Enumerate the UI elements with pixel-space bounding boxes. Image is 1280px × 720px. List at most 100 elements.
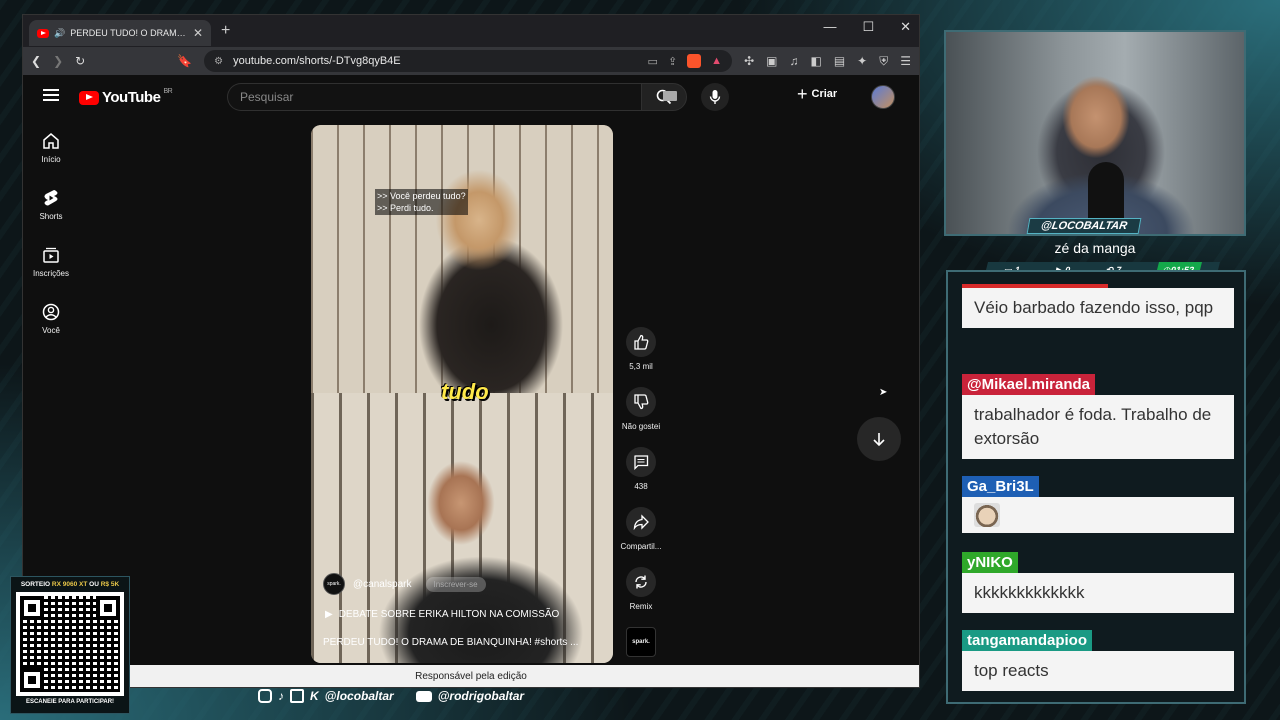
- edit-credit-bar: Responsável pela edição: [23, 665, 919, 687]
- subscriptions-icon: [43, 247, 59, 263]
- youtube-page: YouTube BR Pesquisar + Criar Início Shor…: [23, 75, 919, 687]
- browser-window: 🔊 PERDEU TUDO! O DRAMA DE BIANQUINHA! ✕ …: [22, 14, 920, 688]
- like-count: 5,3 mil: [629, 362, 653, 371]
- qr-finder: [20, 596, 44, 620]
- channel-avatar[interactable]: spark.: [323, 573, 345, 595]
- qr-finder: [20, 668, 44, 692]
- url-text[interactable]: youtube.com/shorts/-DTvg8qyB4E: [233, 55, 637, 67]
- account-avatar[interactable]: [871, 85, 895, 109]
- qr-finder: [96, 596, 120, 620]
- window-controls: — ☐ ✕: [823, 19, 911, 35]
- maximize-icon[interactable]: ☐: [862, 19, 874, 35]
- tab-title: PERDEU TUDO! O DRAMA DE BIANQUINHA!: [70, 28, 188, 38]
- close-window-icon[interactable]: ✕: [900, 19, 911, 35]
- webcam-subtitle: zé da manga: [1054, 240, 1136, 256]
- address-bar[interactable]: ⚙ youtube.com/shorts/-DTvg8qyB4E ▭ ⇪ ▲: [204, 50, 733, 72]
- guide-item-label: Você: [42, 325, 60, 335]
- comment-count: 438: [634, 482, 648, 491]
- comments-action: 438: [618, 447, 664, 507]
- site-settings-icon[interactable]: ⚙: [214, 56, 223, 67]
- guide-item-label: Shorts: [39, 211, 63, 221]
- sound-link[interactable]: ▶ DEBATE SOBRE ERIKA HILTON NA COMISSÃO: [325, 609, 559, 620]
- twitch-icon: [290, 689, 304, 703]
- comments-button[interactable]: [626, 447, 656, 477]
- giveaway-qr-panel: SORTEIO RX 9060 XT OU R$ 5K ESCANEIE PAR…: [10, 576, 130, 714]
- create-label: Criar: [811, 88, 838, 100]
- extensions-icon[interactable]: ✣: [744, 54, 754, 69]
- new-tab-icon[interactable]: +: [221, 22, 230, 40]
- streamer-handle: @LOCOBALTAR: [1026, 218, 1142, 234]
- giveaway-footer: ESCANEIE PARA PARTICIPAR!: [25, 699, 115, 705]
- share-arrow-icon: [633, 514, 649, 530]
- kick-icon: K: [310, 689, 319, 703]
- audio-icon[interactable]: 🔊: [54, 28, 65, 39]
- tab-strip: 🔊 PERDEU TUDO! O DRAMA DE BIANQUINHA! ✕ …: [23, 15, 919, 47]
- keyboard-icon[interactable]: [663, 91, 677, 101]
- music-icon[interactable]: ♫: [789, 54, 798, 69]
- browser-tab[interactable]: 🔊 PERDEU TUDO! O DRAMA DE BIANQUINHA! ✕: [29, 20, 211, 46]
- search-input[interactable]: Pesquisar: [227, 83, 641, 111]
- reload-icon[interactable]: ↻: [75, 54, 85, 68]
- like-button[interactable]: [626, 327, 656, 357]
- region-code: BR: [163, 88, 173, 95]
- remix-icon: [635, 575, 647, 589]
- next-short-button[interactable]: [857, 417, 901, 461]
- leo-ai-icon[interactable]: ✦: [857, 54, 867, 69]
- bookmark-icon[interactable]: 🔖: [177, 54, 192, 68]
- social-handle: @rodrigobaltar: [437, 689, 525, 703]
- short-description[interactable]: PERDEU TUDO! O DRAMA DE BIANQUINHA! #sho…: [323, 637, 578, 648]
- chat-message: Ga_Bri3L: [962, 476, 1234, 533]
- chat-message: Véio barbado fazendo isso, pqp: [962, 284, 1234, 328]
- qr-code: [16, 592, 124, 696]
- chat-panel: Véio barbado fazendo isso, pqp @Mikael.m…: [946, 270, 1246, 704]
- forward-icon[interactable]: ❯: [53, 54, 63, 68]
- chat-username: tangamandapioo: [962, 630, 1093, 651]
- thumbs-up-icon: [634, 334, 649, 350]
- dislike-button[interactable]: [626, 387, 656, 417]
- subscribe-button[interactable]: Inscrever-se: [425, 576, 486, 592]
- rewards-icon[interactable]: ▲: [711, 55, 722, 67]
- instagram-icon: [258, 689, 272, 703]
- voice-search-button[interactable]: [701, 83, 729, 111]
- minimize-icon[interactable]: —: [823, 19, 836, 35]
- youtube-header: YouTube BR Pesquisar + Criar: [23, 75, 919, 119]
- browser-toolbar: ❮ ❯ ↻ 🔖 ⚙ youtube.com/shorts/-DTvg8qyB4E…: [23, 47, 919, 75]
- menu-icon[interactable]: ☰: [900, 54, 911, 69]
- short-video-player[interactable]: >> Você perdeu tudo? >> Perdi tudo. tudo…: [311, 125, 613, 663]
- vpn-icon[interactable]: ⛨: [879, 54, 888, 69]
- close-tab-icon[interactable]: ✕: [193, 26, 203, 40]
- sidebar-icon[interactable]: ◧: [810, 54, 821, 69]
- dislike-action: Não gostei: [618, 387, 664, 447]
- share-icon[interactable]: ⇪: [668, 55, 677, 68]
- guide-item-shorts[interactable]: Shorts: [23, 176, 79, 233]
- back-icon[interactable]: ❮: [31, 54, 41, 68]
- youtube-logo[interactable]: YouTube BR: [79, 88, 173, 106]
- cat-emote-icon: [974, 503, 1000, 527]
- chat-message: tangamandapioo top reacts: [962, 630, 1234, 691]
- extension-icons: ✣ ▣ ♫ ◧ ▤ ✦ ⛨ ☰: [744, 54, 911, 69]
- remix-button[interactable]: [626, 567, 656, 597]
- channel-name[interactable]: @canalspark: [353, 579, 412, 590]
- guide-item-label: Início: [41, 154, 61, 164]
- chat-message: @Mikael.miranda trabalhador é foda. Trab…: [962, 374, 1234, 459]
- guide-item-you[interactable]: Você: [23, 290, 79, 347]
- sound-thumbnail[interactable]: spark.: [626, 627, 656, 657]
- create-button[interactable]: + Criar: [797, 84, 838, 104]
- share-button[interactable]: [626, 507, 656, 537]
- screenshot-icon[interactable]: ▣: [766, 54, 777, 69]
- chat-text: Véio barbado fazendo isso, pqp: [962, 288, 1234, 328]
- guide-item-subscriptions[interactable]: Inscrições: [23, 233, 79, 290]
- brave-shield-icon[interactable]: [687, 54, 702, 68]
- sound-title: DEBATE SOBRE ERIKA HILTON NA COMISSÃO: [338, 609, 560, 620]
- chat-emote-bubble: [962, 497, 1234, 533]
- wallet-icon[interactable]: ▤: [834, 54, 845, 69]
- plus-icon: +: [797, 84, 808, 104]
- chat-username: yNIKO: [962, 552, 1018, 573]
- hamburger-menu-icon[interactable]: [43, 89, 59, 101]
- share-action: Compartil...: [618, 507, 664, 567]
- guide-item-home[interactable]: Início: [23, 119, 79, 176]
- thumbs-down-icon: [634, 394, 649, 410]
- giveaway-title: SORTEIO RX 9060 XT OU R$ 5K: [20, 581, 120, 588]
- short-actions: 5,3 mil Não gostei 438 Compartil... Remi…: [618, 327, 664, 687]
- cast-icon[interactable]: ▭: [648, 55, 658, 68]
